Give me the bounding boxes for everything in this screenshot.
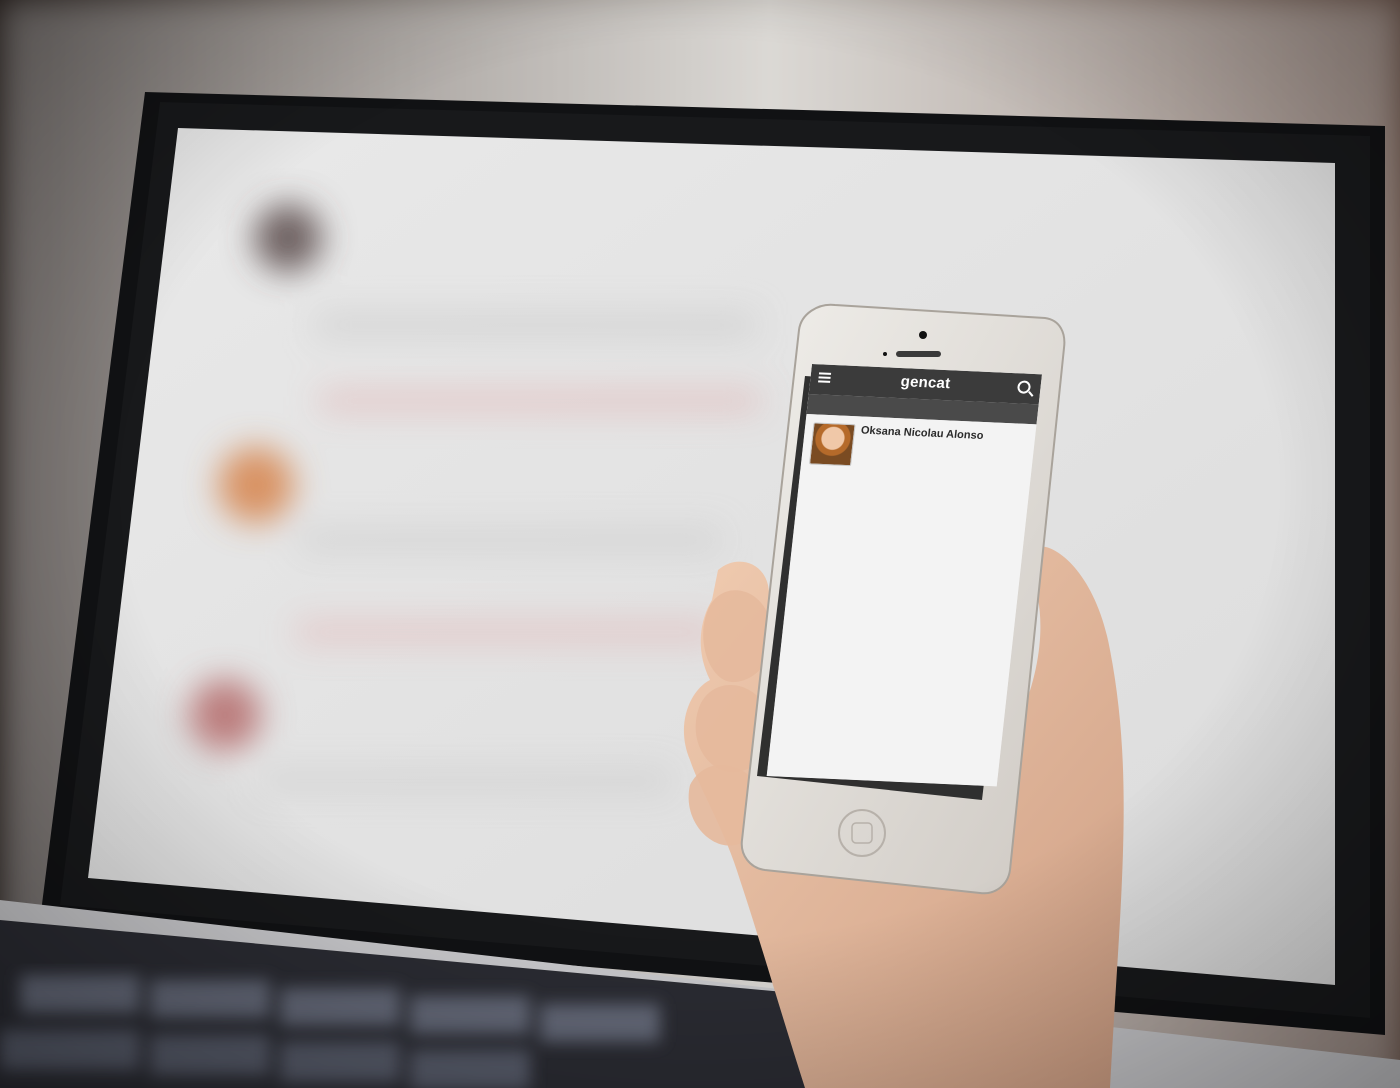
search-icon[interactable]	[1016, 380, 1032, 394]
phone-app-screen: gencat Oksana Nicolau Alonso	[766, 364, 1042, 787]
profile-content: Oksana Nicolau Alonso	[766, 414, 1037, 787]
avatar	[809, 422, 856, 467]
photo-scene	[0, 0, 1400, 1088]
profile-bio	[823, 441, 1026, 780]
brand-logo[interactable]: gencat	[810, 369, 1042, 396]
